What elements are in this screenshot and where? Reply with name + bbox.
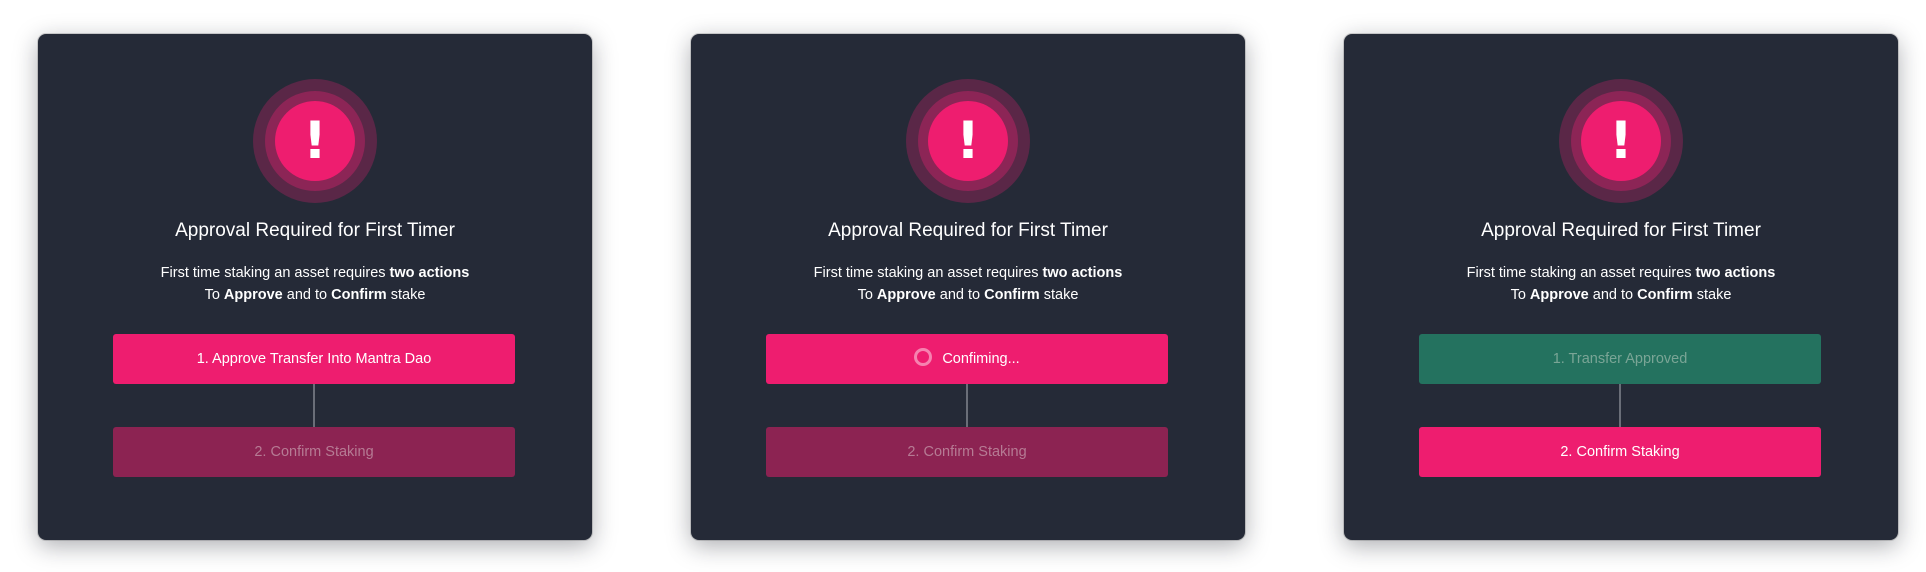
description-text: stake (1039, 287, 1079, 303)
description-text: To (204, 287, 224, 303)
description-text: To (1510, 287, 1530, 303)
modal-description: First time staking an asset requires two… (691, 262, 1245, 306)
description-line-1: First time staking an asset requires two… (1344, 262, 1898, 284)
description-emphasis: two actions (1695, 265, 1776, 281)
description-line-1: First time staking an asset requires two… (691, 262, 1245, 284)
step-connector (966, 384, 968, 427)
confirm-staking-button[interactable]: 2. Confirm Staking (1419, 427, 1821, 477)
confirm-staking-button[interactable]: 2. Confirm Staking (766, 427, 1168, 477)
approval-modal-approved: ! Approval Required for First Timer Firs… (1344, 34, 1898, 540)
approval-modal-confirming: ! Approval Required for First Timer Firs… (691, 34, 1245, 540)
description-emphasis: Approve (876, 287, 936, 303)
description-line-2: To Approve and to Confirm stake (1344, 284, 1898, 306)
exclamation-mark: ! (1609, 111, 1633, 171)
transfer-approved-status: 1. Transfer Approved (1419, 334, 1821, 384)
loading-spinner-icon (914, 348, 933, 367)
description-line-2: To Approve and to Confirm stake (38, 284, 592, 306)
alert-exclamation-icon: ! (253, 79, 377, 203)
step-connector (313, 384, 315, 427)
modal-title: Approval Required for First Timer (828, 220, 1108, 241)
confirming-button[interactable]: Confiming... (766, 334, 1168, 384)
description-text: To (857, 287, 877, 303)
description-emphasis: Confirm (1637, 287, 1693, 303)
description-emphasis: Confirm (984, 287, 1040, 303)
description-emphasis: two actions (389, 265, 470, 281)
approval-modal-initial: ! Approval Required for First Timer Firs… (38, 34, 592, 540)
modal-title: Approval Required for First Timer (1481, 220, 1761, 241)
description-emphasis: Approve (223, 287, 283, 303)
confirming-label: Confiming... (942, 351, 1020, 367)
alert-exclamation-icon: ! (906, 79, 1030, 203)
description-text: stake (386, 287, 426, 303)
description-emphasis: Approve (1529, 287, 1589, 303)
modal-description: First time staking an asset requires two… (38, 262, 592, 306)
description-text: First time staking an asset requires (160, 265, 390, 281)
exclamation-mark: ! (303, 111, 327, 171)
approve-transfer-button[interactable]: 1. Approve Transfer Into Mantra Dao (113, 334, 515, 384)
exclamation-mark: ! (956, 111, 980, 171)
description-line-2: To Approve and to Confirm stake (691, 284, 1245, 306)
modal-description: First time staking an asset requires two… (1344, 262, 1898, 306)
confirm-staking-button[interactable]: 2. Confirm Staking (113, 427, 515, 477)
description-text: First time staking an asset requires (813, 265, 1043, 281)
description-line-1: First time staking an asset requires two… (38, 262, 592, 284)
description-emphasis: two actions (1042, 265, 1123, 281)
step-connector (1619, 384, 1621, 427)
modal-title: Approval Required for First Timer (175, 220, 455, 241)
description-text: and to (935, 287, 985, 303)
description-text: First time staking an asset requires (1466, 265, 1696, 281)
description-text: stake (1692, 287, 1732, 303)
alert-exclamation-icon: ! (1559, 79, 1683, 203)
description-emphasis: Confirm (331, 287, 387, 303)
stage: ! Approval Required for First Timer Firs… (0, 0, 1926, 572)
description-text: and to (282, 287, 332, 303)
description-text: and to (1588, 287, 1638, 303)
